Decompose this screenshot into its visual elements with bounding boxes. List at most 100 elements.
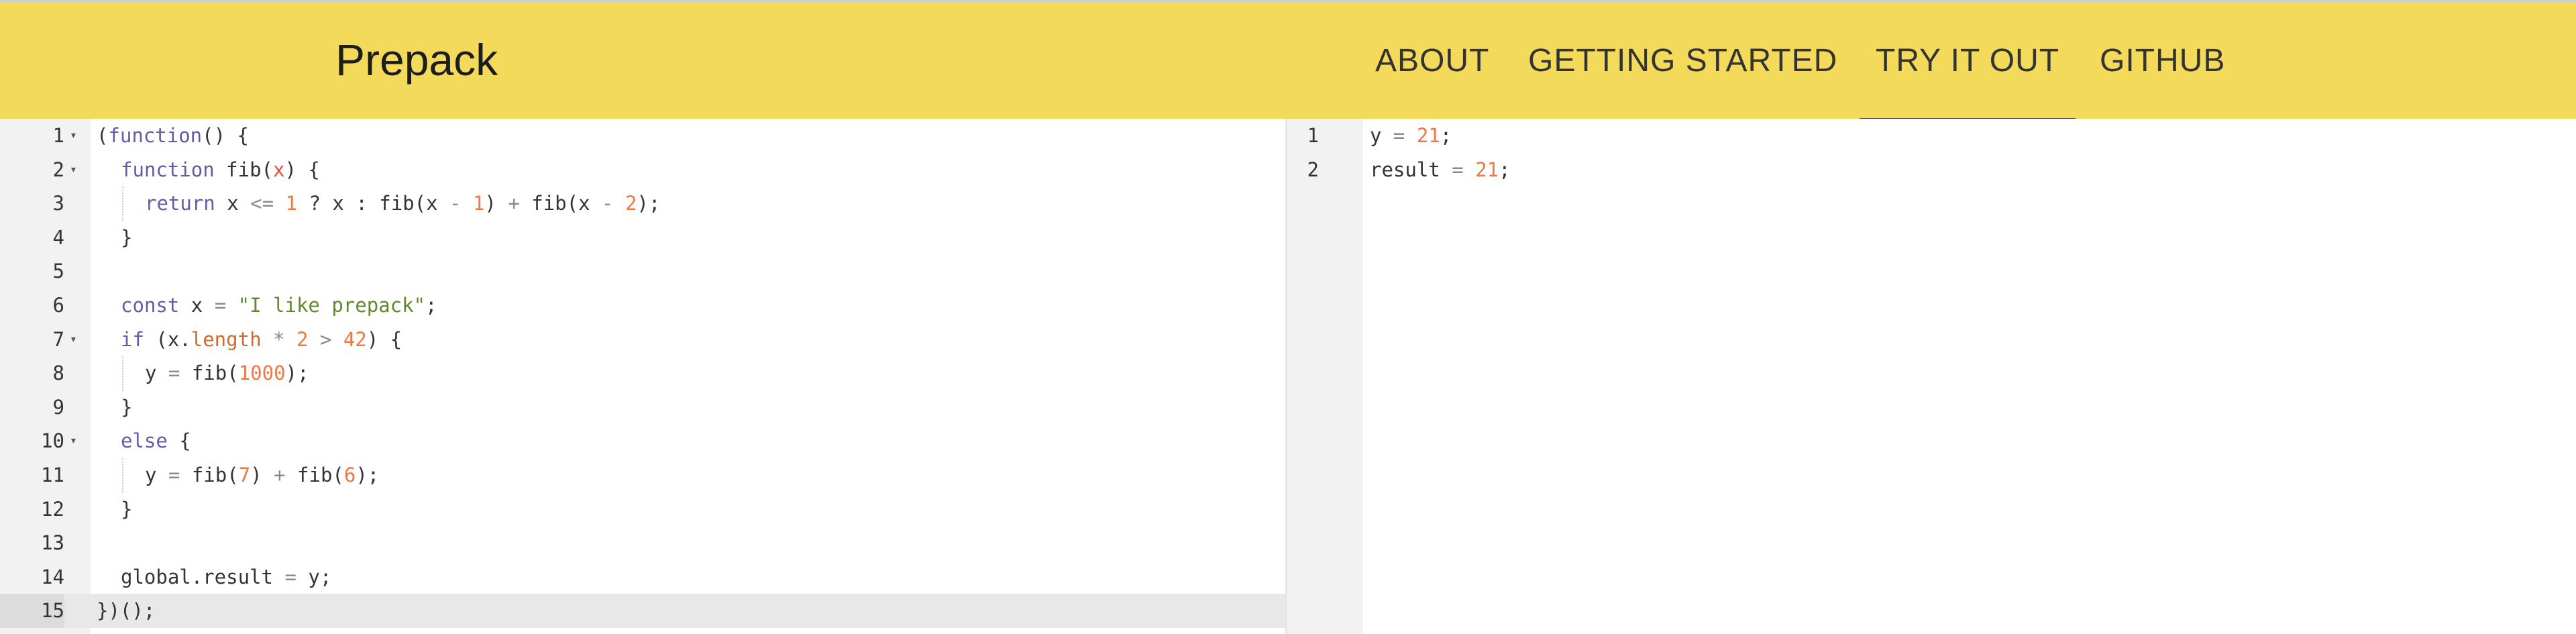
number-token: 1000 [238,362,286,385]
number-token: 7 [238,464,251,486]
code-line[interactable]: 9 } [0,390,1285,425]
code-token: ); [285,362,309,385]
top-nav-bar: Prepack ABOUT GETTING STARTED TRY IT OUT… [0,0,2576,121]
code-token: fib( [285,464,344,486]
keyword-token: return [145,192,215,215]
code-token: } [121,225,133,249]
number-token: 42 [343,327,367,351]
code-token: y [145,362,168,385]
keyword-token: else [121,429,168,453]
code-line[interactable]: 2 result = 21; [1287,153,2576,187]
code-line[interactable]: 6 const x = "I like prepack"; [0,288,1285,323]
code-token: x [215,192,251,215]
line-number: 11 [41,464,64,486]
line-number: 1 [52,124,64,147]
code-token: ; [425,294,437,317]
code-token: result [1370,158,1452,181]
code-token: ; [1499,158,1511,181]
code-line[interactable]: 3 return x <= 1 ? x : fib(x - 1) + fib(x… [0,187,1285,221]
code-token: fib( [180,362,239,385]
fold-arrow-icon[interactable]: ▾ [70,323,77,357]
line-number: 2 [52,158,64,181]
code-line[interactable]: 10 ▾ else { [0,424,1285,458]
brand-logo-link[interactable]: Prepack [335,30,498,90]
input-code-editor[interactable]: 1 ▾ (function() { 2 ▾ function fib(x) { … [0,119,1285,634]
indent-guide [122,356,123,390]
code-line[interactable]: 14 global.result = y; [0,560,1285,594]
operator-token: * [273,327,285,351]
nav-about[interactable]: ABOUT [1375,38,1489,85]
nav-try-it-out[interactable]: TRY IT OUT [1876,38,2059,85]
code-token: x [179,294,215,317]
code-token: global.result [121,565,285,588]
code-line[interactable]: 5 [0,254,1285,288]
operator-token: <= [250,192,274,215]
number-token: 21 [1416,124,1440,147]
fold-arrow-icon[interactable]: ▾ [70,119,77,153]
code-token: y [1370,124,1393,147]
code-line-active[interactable]: 15 })(); [0,594,1285,628]
number-token: 2 [625,192,637,215]
nav-getting-started[interactable]: GETTING STARTED [1528,38,1837,85]
number-token: 1 [285,192,298,215]
line-number: 13 [41,531,64,555]
code-token: } [121,497,133,521]
number-token: 6 [343,464,356,486]
line-number: 5 [52,260,64,283]
line-number: 9 [52,395,64,419]
code-token: fib( [214,158,273,181]
code-token: ) [484,192,508,215]
operator-token: > [319,327,332,351]
code-token: ); [637,192,661,215]
code-token: y [145,464,168,486]
code-line[interactable]: 11 y = fib(7) + fib(6); [0,458,1285,492]
code-line[interactable]: 1 y = 21; [1287,119,2576,153]
code-line[interactable]: 8 y = fib(1000); [0,356,1285,390]
operator-token: = [284,565,297,588]
code-line[interactable]: 12 } [0,492,1285,527]
nav-github[interactable]: GITHUB [2100,38,2225,85]
code-token: ? x : fib(x [297,192,449,215]
indent-guide [122,187,123,221]
code-line[interactable]: 1 ▾ (function() { [0,119,1285,153]
code-line[interactable]: 13 [0,526,1285,560]
keyword-token: function [121,158,215,181]
line-number: 6 [52,294,64,317]
param-token: x [273,158,285,181]
output-code-editor[interactable]: 1 y = 21; 2 result = 21; [1287,119,2576,634]
code-token: fib( [180,464,239,486]
code-token: { [167,429,191,453]
fold-arrow-icon[interactable]: ▾ [70,424,77,458]
keyword-token: function [108,124,203,147]
keyword-token: const [121,294,180,317]
operator-token: = [168,362,180,385]
operator-token: - [602,192,614,215]
fold-arrow-icon[interactable]: ▾ [70,153,77,187]
string-token: "I like prepack" [237,294,425,317]
code-token: ) { [366,327,402,351]
code-line[interactable]: 2 ▾ function fib(x) { [0,153,1285,187]
keyword-token: if [121,327,144,351]
line-number: 4 [52,225,64,249]
operator-token: - [449,192,462,215]
indent-guide [122,458,123,492]
code-line[interactable]: 4 } [0,221,1285,255]
line-number: 14 [41,565,64,588]
code-token: fib(x [519,192,602,215]
code-line[interactable]: 7 ▾ if (x.length * 2 > 42) { [0,323,1285,357]
line-number: 2 [1307,158,1319,181]
code-token: (x. [144,327,191,351]
operator-token: + [508,192,520,215]
code-token: ( [97,124,109,147]
code-token: ; [1440,124,1452,147]
code-token: ); [356,464,380,486]
number-token: 21 [1475,158,1499,181]
